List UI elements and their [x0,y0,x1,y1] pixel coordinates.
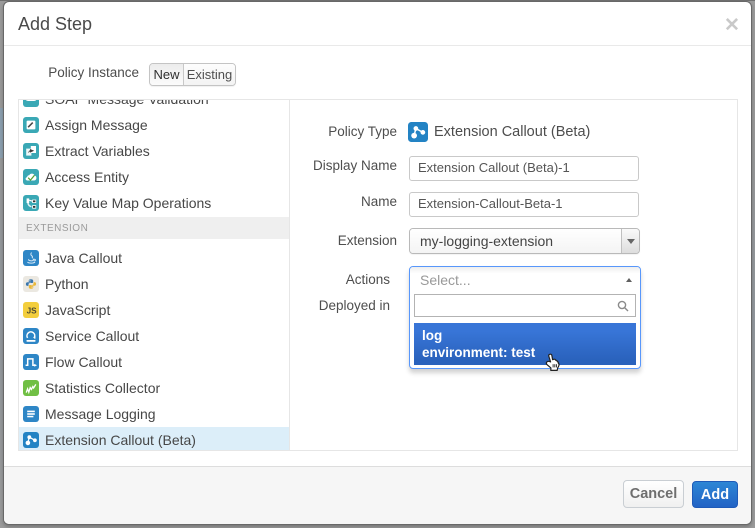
svg-text:JS: JS [27,307,38,316]
